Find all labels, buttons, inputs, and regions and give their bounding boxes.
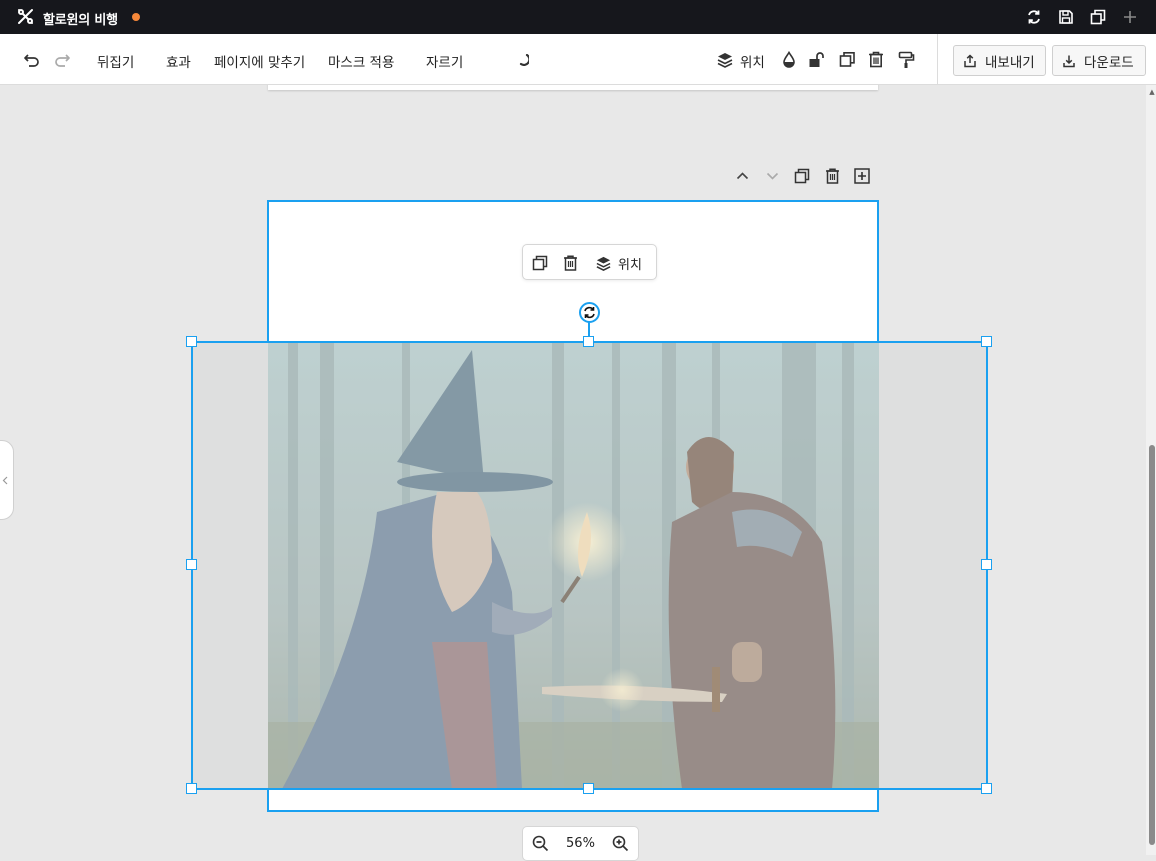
delete-element-icon[interactable] — [561, 245, 579, 281]
position-button[interactable]: 위치 — [740, 51, 765, 71]
redo-icon[interactable] — [52, 34, 72, 85]
resize-handle-top[interactable] — [583, 336, 594, 347]
previous-page[interactable] — [268, 85, 878, 90]
duplicate-element-icon[interactable] — [531, 245, 549, 281]
resize-handle-left[interactable] — [186, 559, 197, 570]
resize-handle-bottom-right[interactable] — [981, 783, 992, 794]
flip-button[interactable]: 뒤집기 — [97, 51, 134, 71]
zoom-in-icon[interactable] — [612, 835, 629, 852]
app-logo-icon — [17, 8, 34, 25]
zoom-out-icon[interactable] — [532, 835, 549, 852]
resize-handle-top-right[interactable] — [981, 336, 992, 347]
apply-mask-button[interactable]: 마스크 적용 — [328, 51, 394, 71]
delete-page-icon[interactable] — [823, 166, 841, 186]
resize-handle-bottom[interactable] — [583, 783, 594, 794]
crop-button[interactable]: 자르기 — [426, 51, 463, 71]
toolbar-divider — [937, 34, 938, 84]
rotate-icon[interactable] — [579, 302, 600, 323]
chevron-left-icon — [2, 476, 8, 485]
resize-handle-right[interactable] — [981, 559, 992, 570]
element-floating-toolbar: 위치 — [522, 244, 657, 280]
duplicate-window-icon[interactable] — [1088, 7, 1108, 27]
rotate-connector — [588, 321, 590, 337]
duplicate-page-icon[interactable] — [793, 166, 811, 186]
chevron-up-icon[interactable] — [733, 166, 751, 186]
image-selection-frame — [191, 341, 988, 790]
opacity-drop-icon[interactable] — [780, 34, 798, 85]
duplicate-icon[interactable] — [837, 34, 857, 85]
zoom-level: 56% — [566, 836, 595, 851]
download-button[interactable]: 다운로드 — [1052, 45, 1146, 76]
element-position-button[interactable]: 위치 — [618, 254, 642, 273]
layers-icon[interactable] — [715, 34, 735, 85]
paint-roller-icon[interactable] — [896, 34, 916, 85]
sidebar-collapse-handle[interactable] — [0, 440, 14, 520]
export-icon — [963, 53, 977, 68]
export-button[interactable]: 내보내기 — [953, 45, 1046, 76]
export-label: 내보내기 — [985, 54, 1035, 71]
add-page-icon[interactable] — [853, 166, 871, 186]
scroll-up-icon[interactable]: ▲ — [1148, 88, 1156, 96]
resize-handle-top-left[interactable] — [186, 336, 197, 347]
unsaved-indicator — [132, 13, 140, 21]
zoom-control: 56% — [522, 826, 639, 861]
plus-icon[interactable] — [1120, 7, 1140, 27]
download-label: 다운로드 — [1084, 54, 1134, 71]
trash-icon[interactable] — [866, 34, 886, 85]
fit-to-page-button[interactable]: 페이지에 맞추기 — [214, 51, 305, 71]
undo-icon[interactable] — [22, 34, 42, 85]
document-title[interactable]: 할로윈의 비행 — [43, 9, 118, 28]
loading-spinner-icon — [517, 34, 531, 85]
chevron-down-icon[interactable] — [763, 166, 781, 186]
unlock-icon[interactable] — [807, 34, 825, 85]
effects-button[interactable]: 효과 — [166, 51, 191, 71]
element-layers-icon[interactable] — [593, 245, 613, 281]
scrollbar-thumb[interactable] — [1149, 445, 1155, 845]
download-icon — [1062, 54, 1076, 68]
resize-handle-bottom-left[interactable] — [186, 783, 197, 794]
save-icon[interactable] — [1056, 7, 1076, 27]
title-bar: 할로윈의 비행 — [0, 0, 1156, 34]
refresh-icon[interactable] — [1024, 7, 1044, 27]
